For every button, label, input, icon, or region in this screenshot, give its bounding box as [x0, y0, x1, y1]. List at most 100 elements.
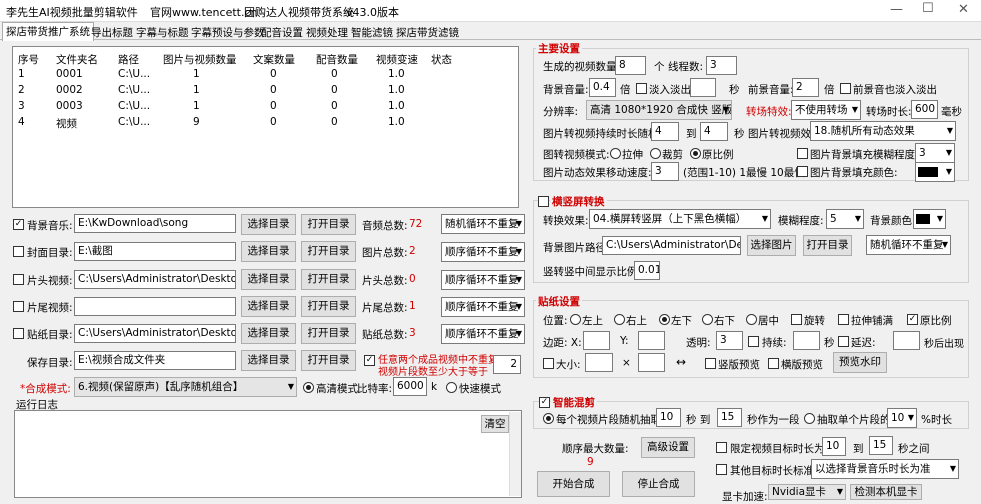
- tab-dubbing[interactable]: 配音设置: [258, 24, 306, 40]
- resolution-select[interactable]: 高清 1080*1920 合成快 竖版 ▼: [586, 100, 732, 120]
- sticker-open-dir-button[interactable]: 打开目录: [301, 323, 356, 344]
- music-path-field[interactable]: E:\KwDownload\song: [74, 214, 236, 233]
- bitrate-field[interactable]: 6000: [393, 377, 427, 396]
- sticker-mode-select[interactable]: 顺序循环不重复 ▼: [441, 324, 525, 344]
- cover-checkbox[interactable]: [13, 246, 24, 257]
- tab-subtitle-title[interactable]: 字幕与标题: [133, 24, 192, 40]
- log-scrollbar[interactable]: [509, 412, 521, 496]
- duration-field[interactable]: [793, 331, 820, 350]
- outro-path-field[interactable]: [74, 297, 236, 316]
- hw-accel-select[interactable]: Nvidia显卡 ▼: [768, 484, 846, 500]
- blur-level-select[interactable]: 5 ▼: [826, 209, 864, 229]
- maximize-icon[interactable]: ☐: [922, 1, 934, 16]
- transition-duration-field[interactable]: 600: [911, 100, 938, 119]
- swap-icon[interactable]: ↔: [676, 355, 686, 369]
- fast-mode-radio[interactable]: [446, 382, 457, 393]
- tab-smart-filter[interactable]: 智能滤镜: [348, 24, 396, 40]
- blur-fill-checkbox[interactable]: [797, 148, 808, 159]
- color-fill-checkbox[interactable]: [797, 166, 808, 177]
- bg-image-mode-select[interactable]: 随机循环不重复 ▼: [866, 235, 951, 255]
- cover-path-field[interactable]: E:\截图: [74, 242, 236, 261]
- stretch-fill-checkbox[interactable]: [838, 314, 849, 325]
- limit-min-field[interactable]: 10: [822, 437, 846, 456]
- fade-seconds-field[interactable]: [690, 78, 716, 97]
- minimize-icon[interactable]: —: [890, 2, 903, 17]
- intro-checkbox[interactable]: [13, 274, 24, 285]
- img-duration-max-field[interactable]: 4: [700, 122, 728, 141]
- outro-checkbox[interactable]: [13, 301, 24, 312]
- fg-fade-checkbox[interactable]: [840, 83, 851, 94]
- landscape-preview-checkbox[interactable]: [768, 358, 779, 369]
- outro-select-dir-button[interactable]: 选择目录: [241, 296, 296, 317]
- transition-select[interactable]: 不使用转场 ▼: [791, 100, 861, 120]
- other-target-select[interactable]: 以选择背景音乐时长为准 ▼: [811, 459, 959, 479]
- compose-mode-select[interactable]: 6.视频(保留原声)【乱序随机组合】 ▼: [74, 377, 297, 397]
- h2v-ratio-field[interactable]: 0.01: [634, 261, 660, 280]
- table-row[interactable]: 1 0001 C:\U... 1 0 0 1.0: [13, 68, 518, 83]
- save-dir-field[interactable]: E:\视频合成文件夹: [74, 351, 236, 370]
- crop-radio[interactable]: [650, 148, 661, 159]
- preview-watermark-button[interactable]: 预览水印: [833, 352, 887, 373]
- bg-volume-field[interactable]: 0.4: [589, 78, 616, 97]
- stop-compose-button[interactable]: 停止合成: [622, 471, 695, 497]
- margin-y-field[interactable]: [638, 331, 665, 350]
- tab-video-process[interactable]: 视频处理: [303, 24, 351, 40]
- pos-bottom-left-radio[interactable]: [659, 314, 670, 325]
- per-clip-radio[interactable]: [543, 413, 554, 424]
- outro-open-dir-button[interactable]: 打开目录: [301, 296, 356, 317]
- music-checkbox[interactable]: ✓: [13, 219, 24, 230]
- log-area[interactable]: [14, 410, 522, 498]
- clear-log-button[interactable]: 清空: [481, 415, 509, 433]
- alpha-field[interactable]: 3: [716, 331, 743, 350]
- hd-mode-radio[interactable]: [303, 382, 314, 393]
- folder-table[interactable]: 序号 文件夹名 路径 图片与视频数量 文案数量 配音数量 视频变速 状态 1 00…: [12, 46, 519, 208]
- intro-mode-select[interactable]: 顺序循环不重复 ▼: [441, 270, 525, 290]
- limit-max-field[interactable]: 15: [869, 436, 893, 455]
- img-effect-select[interactable]: 18.随机所有动态效果 ▼: [810, 121, 956, 141]
- sticker-select-dir-button[interactable]: 选择目录: [241, 323, 296, 344]
- bg-color-select[interactable]: ▼: [913, 209, 946, 229]
- advanced-settings-button[interactable]: 高级设置: [641, 437, 695, 458]
- h2v-effect-select[interactable]: 04.横屏转竖屏（上下黑色横幅） ▼: [589, 209, 771, 229]
- clip-max-field[interactable]: 15: [717, 408, 742, 427]
- size-width-field[interactable]: [585, 353, 613, 372]
- select-image-button[interactable]: 选择图片: [747, 235, 796, 256]
- h2v-checkbox[interactable]: [538, 196, 549, 207]
- music-select-dir-button[interactable]: 选择目录: [241, 214, 296, 235]
- pos-top-right-radio[interactable]: [614, 314, 625, 325]
- blur-fill-select[interactable]: 3 ▼: [915, 143, 955, 163]
- start-compose-button[interactable]: 开始合成: [537, 471, 610, 497]
- intro-path-field[interactable]: C:\Users\Administrator\Desktop\新: [74, 270, 236, 289]
- limit-duration-checkbox[interactable]: [716, 442, 727, 453]
- music-open-dir-button[interactable]: 打开目录: [301, 214, 356, 235]
- sticker-path-field[interactable]: C:\Users\Administrator\Desktop\滴: [74, 324, 236, 343]
- table-row[interactable]: 3 0003 C:\U... 1 0 0 1.0: [13, 100, 518, 115]
- delay-checkbox[interactable]: [838, 336, 849, 347]
- tab-export-title[interactable]: 导出标题: [88, 24, 136, 40]
- save-open-dir-button[interactable]: 打开目录: [301, 350, 356, 371]
- pos-top-left-radio[interactable]: [570, 314, 581, 325]
- detect-gpu-button[interactable]: 检测本机显卡: [850, 484, 922, 500]
- threads-field[interactable]: 3: [706, 56, 737, 75]
- table-row[interactable]: 2 0002 C:\U... 1 0 0 1.0: [13, 84, 518, 99]
- move-speed-field[interactable]: 3: [651, 162, 679, 181]
- bg-open-dir-button[interactable]: 打开目录: [803, 235, 852, 256]
- save-select-dir-button[interactable]: 选择目录: [241, 350, 296, 371]
- single-clip-select[interactable]: 10 ▼: [887, 408, 917, 428]
- cover-select-dir-button[interactable]: 选择目录: [241, 241, 296, 262]
- bg-image-path-field[interactable]: C:\Users\Administrator\Deskto: [602, 236, 741, 255]
- pos-center-radio[interactable]: [746, 314, 757, 325]
- single-clip-radio[interactable]: [804, 413, 815, 424]
- size-height-field[interactable]: [638, 353, 665, 372]
- other-target-checkbox[interactable]: [716, 464, 727, 475]
- img-duration-min-field[interactable]: 4: [651, 122, 679, 141]
- no-repeat-value-stepper[interactable]: 2: [493, 355, 521, 374]
- keep-ratio-checkbox[interactable]: ✓: [907, 314, 918, 325]
- duration-checkbox[interactable]: [748, 336, 759, 347]
- gen-count-field[interactable]: 8: [615, 56, 646, 75]
- outro-mode-select[interactable]: 顺序循环不重复 ▼: [441, 297, 525, 317]
- delay-field[interactable]: [893, 331, 920, 350]
- smart-mix-checkbox[interactable]: ✓: [539, 397, 550, 408]
- table-row[interactable]: 4 视频 C:\U... 9 0 0 1.0: [13, 116, 518, 131]
- portrait-preview-checkbox[interactable]: [705, 358, 716, 369]
